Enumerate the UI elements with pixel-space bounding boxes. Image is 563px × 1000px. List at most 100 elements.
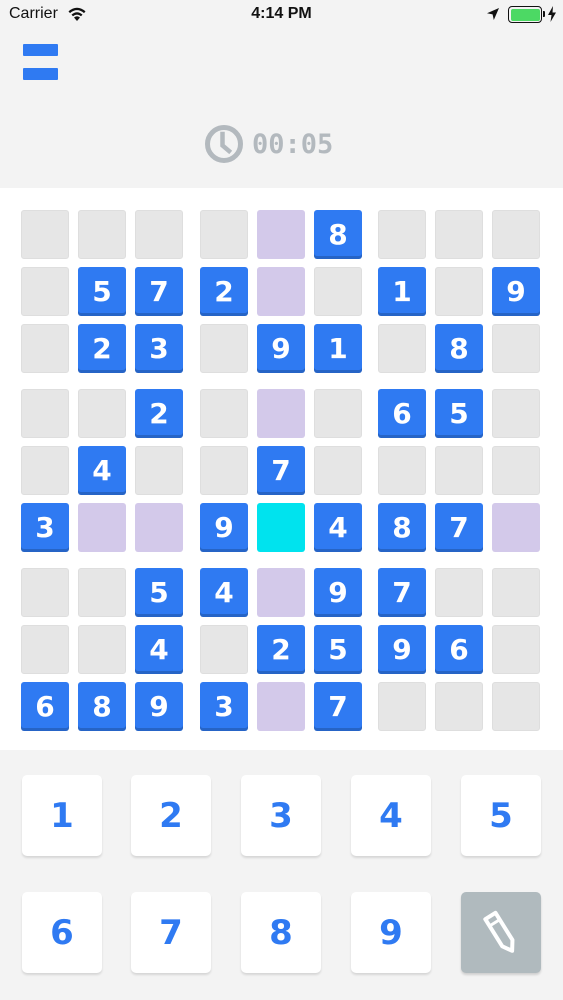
given-cell[interactable]: 2 xyxy=(257,625,305,674)
empty-cell[interactable] xyxy=(378,446,426,495)
given-cell[interactable]: 7 xyxy=(378,568,426,617)
given-cell[interactable]: 9 xyxy=(378,625,426,674)
given-cell[interactable]: 9 xyxy=(257,324,305,373)
empty-cell[interactable] xyxy=(200,446,248,495)
given-cell[interactable]: 3 xyxy=(21,503,69,552)
given-cell[interactable]: 2 xyxy=(135,389,183,438)
empty-cell[interactable] xyxy=(492,389,540,438)
empty-cell[interactable] xyxy=(492,682,540,731)
status-bar: Carrier 4:14 PM xyxy=(0,0,563,30)
given-cell[interactable]: 5 xyxy=(78,267,126,316)
number-key-9[interactable]: 9 xyxy=(351,892,431,973)
given-cell[interactable]: 9 xyxy=(200,503,248,552)
number-key-8[interactable]: 8 xyxy=(241,892,321,973)
number-keypad: 12345 6789 xyxy=(0,750,563,1000)
empty-cell[interactable] xyxy=(314,446,362,495)
highlighted-cell[interactable] xyxy=(257,568,305,617)
empty-cell[interactable] xyxy=(78,625,126,674)
selected-cell[interactable] xyxy=(257,503,305,552)
highlighted-cell[interactable] xyxy=(257,267,305,316)
given-cell[interactable]: 9 xyxy=(492,267,540,316)
number-key-6[interactable]: 6 xyxy=(22,892,102,973)
given-cell[interactable]: 6 xyxy=(21,682,69,731)
empty-cell[interactable] xyxy=(492,210,540,259)
highlighted-cell[interactable] xyxy=(257,210,305,259)
highlighted-cell[interactable] xyxy=(135,503,183,552)
empty-cell[interactable] xyxy=(78,389,126,438)
empty-cell[interactable] xyxy=(378,210,426,259)
given-cell[interactable]: 7 xyxy=(435,503,483,552)
given-cell[interactable]: 8 xyxy=(78,682,126,731)
given-cell[interactable]: 8 xyxy=(378,503,426,552)
given-cell[interactable]: 5 xyxy=(435,389,483,438)
highlighted-cell[interactable] xyxy=(492,503,540,552)
highlighted-cell[interactable] xyxy=(257,682,305,731)
given-cell[interactable]: 4 xyxy=(78,446,126,495)
given-cell[interactable]: 7 xyxy=(257,446,305,495)
given-cell[interactable]: 3 xyxy=(200,682,248,731)
given-cell[interactable]: 5 xyxy=(135,568,183,617)
given-cell[interactable]: 1 xyxy=(378,267,426,316)
sudoku-board: 85721923918265473948754974259668937 xyxy=(0,188,563,750)
empty-cell[interactable] xyxy=(435,210,483,259)
timer-value: 00:05 xyxy=(252,128,334,160)
empty-cell[interactable] xyxy=(200,210,248,259)
given-cell[interactable]: 2 xyxy=(78,324,126,373)
given-cell[interactable]: 6 xyxy=(378,389,426,438)
empty-cell[interactable] xyxy=(435,682,483,731)
menu-button[interactable] xyxy=(21,44,59,82)
empty-cell[interactable] xyxy=(21,446,69,495)
highlighted-cell[interactable] xyxy=(78,503,126,552)
given-cell[interactable]: 4 xyxy=(135,625,183,674)
game-timer: 00:05 xyxy=(204,123,333,165)
given-cell[interactable]: 5 xyxy=(314,625,362,674)
empty-cell[interactable] xyxy=(135,446,183,495)
given-cell[interactable]: 1 xyxy=(314,324,362,373)
given-cell[interactable]: 3 xyxy=(135,324,183,373)
empty-cell[interactable] xyxy=(314,389,362,438)
given-cell[interactable]: 9 xyxy=(314,568,362,617)
empty-cell[interactable] xyxy=(314,267,362,316)
empty-cell[interactable] xyxy=(492,324,540,373)
empty-cell[interactable] xyxy=(21,568,69,617)
number-key-5[interactable]: 5 xyxy=(461,775,541,856)
highlighted-cell[interactable] xyxy=(257,389,305,438)
empty-cell[interactable] xyxy=(78,568,126,617)
menu-bar-top xyxy=(23,44,58,56)
number-key-7[interactable]: 7 xyxy=(131,892,211,973)
empty-cell[interactable] xyxy=(200,324,248,373)
empty-cell[interactable] xyxy=(200,625,248,674)
empty-cell[interactable] xyxy=(378,324,426,373)
given-cell[interactable]: 4 xyxy=(314,503,362,552)
number-key-1[interactable]: 1 xyxy=(22,775,102,856)
empty-cell[interactable] xyxy=(492,446,540,495)
empty-cell[interactable] xyxy=(378,682,426,731)
battery-nub xyxy=(543,11,545,17)
pencil-mode-button[interactable] xyxy=(461,892,541,973)
given-cell[interactable]: 7 xyxy=(135,267,183,316)
empty-cell[interactable] xyxy=(492,625,540,674)
empty-cell[interactable] xyxy=(135,210,183,259)
given-cell[interactable]: 7 xyxy=(314,682,362,731)
empty-cell[interactable] xyxy=(78,210,126,259)
empty-cell[interactable] xyxy=(435,568,483,617)
empty-cell[interactable] xyxy=(435,446,483,495)
given-cell[interactable]: 9 xyxy=(135,682,183,731)
number-key-3[interactable]: 3 xyxy=(241,775,321,856)
number-key-4[interactable]: 4 xyxy=(351,775,431,856)
given-cell[interactable]: 2 xyxy=(200,267,248,316)
menu-bar-bottom xyxy=(23,68,58,80)
empty-cell[interactable] xyxy=(21,210,69,259)
empty-cell[interactable] xyxy=(200,389,248,438)
empty-cell[interactable] xyxy=(435,267,483,316)
given-cell[interactable]: 4 xyxy=(200,568,248,617)
empty-cell[interactable] xyxy=(21,389,69,438)
empty-cell[interactable] xyxy=(492,568,540,617)
given-cell[interactable]: 8 xyxy=(314,210,362,259)
number-key-2[interactable]: 2 xyxy=(131,775,211,856)
empty-cell[interactable] xyxy=(21,324,69,373)
empty-cell[interactable] xyxy=(21,625,69,674)
empty-cell[interactable] xyxy=(21,267,69,316)
given-cell[interactable]: 6 xyxy=(435,625,483,674)
given-cell[interactable]: 8 xyxy=(435,324,483,373)
